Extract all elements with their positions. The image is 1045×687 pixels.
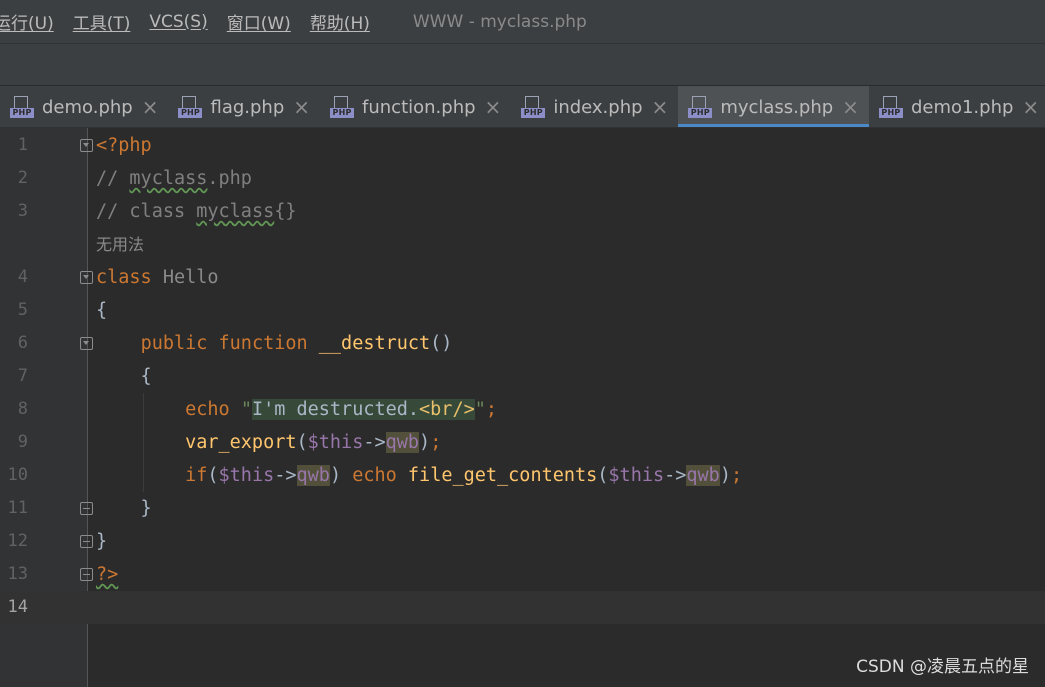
- usage-hint[interactable]: 无用法: [96, 228, 144, 261]
- toolbar: [0, 43, 1045, 86]
- line-number: 3: [17, 201, 28, 221]
- tab-label: myclass.php: [720, 96, 834, 118]
- line-number: 11: [7, 498, 28, 518]
- tab-label: function.php: [362, 96, 476, 118]
- code-text: {: [96, 300, 108, 321]
- code-text: var_export($this->qwb);: [185, 432, 442, 453]
- fold-icon[interactable]: [80, 568, 93, 581]
- menu-help[interactable]: 帮助(H): [310, 9, 370, 34]
- code-line-current: 14: [0, 591, 1045, 624]
- indent-guide: [143, 393, 144, 492]
- code-line: 7 {: [0, 360, 1045, 393]
- tab-demo[interactable]: PHP demo.php ×: [0, 86, 168, 127]
- php-file-icon: PHP: [521, 96, 546, 118]
- editor-tabs: PHP demo.php × PHP flag.php × PHP functi…: [0, 86, 1045, 128]
- php-file-icon: PHP: [688, 96, 713, 118]
- tab-myclass[interactable]: PHP myclass.php ×: [678, 86, 869, 127]
- watermark: CSDN @凌晨五点的星: [856, 657, 1029, 677]
- inlay-hint-row: 无用法: [0, 228, 1045, 261]
- fold-icon[interactable]: [80, 502, 93, 515]
- code-line: 13 ?>: [0, 558, 1045, 591]
- code-text: // myclass.php: [96, 168, 252, 189]
- php-file-icon: PHP: [178, 96, 203, 118]
- code-line: 12 }: [0, 525, 1045, 558]
- menu-tools[interactable]: 工具(T): [73, 9, 131, 34]
- line-number: 1: [17, 135, 28, 155]
- code-text: }: [96, 531, 108, 552]
- tab-demo1[interactable]: PHP demo1.php ×: [869, 86, 1045, 127]
- code-text: if($this->qwb) echo file_get_contents($t…: [185, 465, 743, 486]
- code-line: 2 // myclass.php: [0, 162, 1045, 195]
- code-line: 8 echo "I'm destructed.<br/>";: [0, 393, 1045, 426]
- close-icon[interactable]: ×: [485, 97, 502, 117]
- tab-label: demo1.php: [910, 96, 1014, 118]
- tab-index[interactable]: PHP index.php ×: [511, 86, 678, 127]
- tab-label: index.php: [553, 96, 643, 118]
- fold-icon[interactable]: [80, 139, 93, 152]
- code-editor[interactable]: 1 <?php 2 // myclass.php 3 // class mycl…: [0, 128, 1045, 687]
- line-number: 14: [7, 597, 28, 617]
- code-line: 9 var_export($this->qwb);: [0, 426, 1045, 459]
- code-text: {: [96, 366, 152, 387]
- code-line: 6 public function __destruct(): [0, 327, 1045, 360]
- code-text: public function __destruct(): [140, 333, 453, 354]
- line-number: 5: [17, 300, 28, 320]
- close-icon[interactable]: ×: [842, 97, 859, 117]
- tab-flag[interactable]: PHP flag.php ×: [168, 86, 320, 127]
- code-line: 5 {: [0, 294, 1045, 327]
- fold-icon[interactable]: [80, 337, 93, 350]
- line-number: 2: [17, 168, 28, 188]
- close-icon[interactable]: ×: [293, 97, 310, 117]
- code-line: 10 if($this->qwb) echo file_get_contents…: [0, 459, 1045, 492]
- code-line: 11 }: [0, 492, 1045, 525]
- line-number: 9: [17, 432, 28, 452]
- close-icon[interactable]: ×: [142, 97, 159, 117]
- line-number: 7: [17, 366, 28, 386]
- code-text: class Hello: [96, 267, 219, 288]
- menu-bar: 运行(U) 工具(T) VCS(S) 窗口(W) 帮助(H) WWW - myc…: [0, 0, 1045, 43]
- line-number: 8: [17, 399, 28, 419]
- php-file-icon: PHP: [878, 96, 903, 118]
- code-line: 4 class Hello: [0, 261, 1045, 294]
- close-icon[interactable]: ×: [1022, 97, 1039, 117]
- code-line: 3 // class myclass{}: [0, 195, 1045, 228]
- line-number: 13: [7, 564, 28, 584]
- fold-icon[interactable]: [80, 535, 93, 548]
- php-file-icon: PHP: [330, 96, 355, 118]
- tab-label: flag.php: [210, 96, 285, 118]
- code-text: echo "I'm destructed.<br/>";: [185, 399, 498, 420]
- line-number: 4: [17, 267, 28, 287]
- tab-function[interactable]: PHP function.php ×: [320, 86, 511, 127]
- tab-label: demo.php: [42, 96, 133, 118]
- code-text: ?>: [96, 564, 119, 585]
- fold-icon[interactable]: [80, 271, 93, 284]
- menu-run[interactable]: 运行(U): [0, 9, 54, 34]
- code-text: <?php: [96, 135, 152, 156]
- line-number: 10: [7, 465, 28, 485]
- code-text: }: [96, 498, 152, 519]
- code-line: 1 <?php: [0, 129, 1045, 162]
- php-file-icon: PHP: [10, 96, 34, 118]
- code-text: // class myclass{}: [96, 201, 297, 222]
- window-title: WWW - myclass.php: [412, 11, 587, 32]
- line-number: 6: [17, 333, 28, 353]
- menu-vcs[interactable]: VCS(S): [149, 12, 207, 32]
- menu-window[interactable]: 窗口(W): [227, 9, 291, 34]
- line-number: 12: [7, 531, 28, 551]
- close-icon[interactable]: ×: [652, 97, 669, 117]
